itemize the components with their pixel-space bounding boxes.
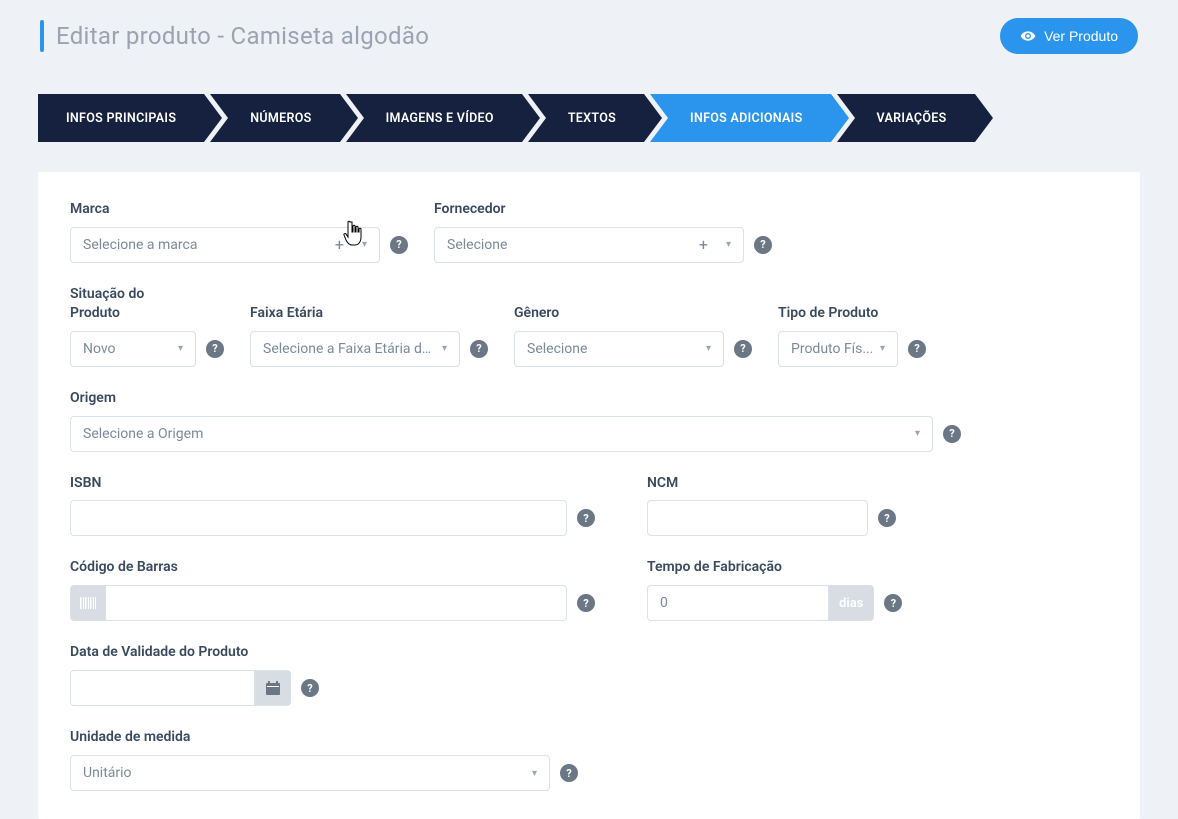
fornecedor-label: Fornecedor [434,200,772,219]
genero-label: Gênero [514,304,752,323]
help-icon[interactable]: ? [390,236,408,254]
chevron-down-icon: ▾ [442,343,447,354]
dias-unit: dias [829,585,874,621]
help-icon[interactable]: ? [943,425,961,443]
genero-placeholder: Selecione [527,341,587,357]
step-infos-adicionais[interactable]: INFOS ADICIONAIS [650,94,830,142]
eye-icon [1020,28,1036,44]
marca-select[interactable]: Selecione a marca + ▾ [70,227,380,263]
chevron-down-icon: ▾ [532,768,537,779]
step-label: NÚMEROS [250,111,311,126]
chevron-down-icon: ▾ [362,239,367,250]
help-icon[interactable]: ? [878,509,896,527]
view-product-button[interactable]: Ver Produto [1000,18,1138,54]
ncm-label: NCM [647,474,896,493]
situacao-label: Situação do Produto [70,285,180,323]
unidade-label: Unidade de medida [70,728,578,747]
step-nav: INFOS PRINCIPAIS NÚMEROS IMAGENS E VÍDEO… [10,64,1168,142]
chevron-down-icon: ▾ [706,343,711,354]
barcode-icon [70,585,106,621]
help-icon[interactable]: ? [577,594,595,612]
help-icon[interactable]: ? [577,509,595,527]
origem-select[interactable]: Selecione a Origem ▾ [70,416,933,452]
ncm-input[interactable] [647,500,868,536]
step-imagens-video[interactable]: IMAGENS E VÍDEO [346,94,522,142]
faixa-label: Faixa Etária [250,304,488,323]
help-icon[interactable]: ? [560,764,578,782]
page-title: Editar produto - Camiseta algodão [56,22,429,50]
unidade-select[interactable]: Unitário ▾ [70,755,550,791]
help-icon[interactable]: ? [734,340,752,358]
situacao-select[interactable]: Novo ▾ [70,331,196,367]
step-label: VARIAÇÕES [877,111,947,126]
help-icon[interactable]: ? [206,340,224,358]
title-accent-bar [40,20,44,52]
validade-input[interactable] [70,670,255,706]
help-icon[interactable]: ? [884,594,902,612]
help-icon[interactable]: ? [908,340,926,358]
plus-icon: + [699,235,708,254]
tipo-value: Produto Fís... [791,341,872,357]
isbn-input[interactable] [70,500,567,536]
help-icon[interactable]: ? [301,679,319,697]
origem-placeholder: Selecione a Origem [83,426,203,442]
unidade-value: Unitário [83,765,132,781]
faixa-select[interactable]: Selecione a Faixa Etária do... ▾ [250,331,460,367]
fornecedor-placeholder: Selecione [447,237,507,253]
plus-icon: + [335,235,344,254]
chevron-down-icon: ▾ [726,239,731,250]
origem-label: Origem [70,389,961,408]
calendar-icon[interactable] [255,670,291,706]
step-textos[interactable]: TEXTOS [528,94,644,142]
codigo-barras-input[interactable] [106,585,567,621]
isbn-label: ISBN [70,474,595,493]
tipo-label: Tipo de Produto [778,304,926,323]
step-variacoes[interactable]: VARIAÇÕES [837,94,975,142]
step-label: TEXTOS [568,111,616,126]
step-label: INFOS PRINCIPAIS [66,111,176,126]
step-infos-principais[interactable]: INFOS PRINCIPAIS [38,94,204,142]
faixa-placeholder: Selecione a Faixa Etária do... [263,341,433,357]
tempo-fab-value: 0 [660,595,668,611]
codigo-barras-label: Código de Barras [70,558,595,577]
help-icon[interactable]: ? [470,340,488,358]
fornecedor-select[interactable]: Selecione + ▾ [434,227,744,263]
genero-select[interactable]: Selecione ▾ [514,331,724,367]
situacao-value: Novo [83,341,116,357]
marca-label: Marca [70,200,408,219]
tempo-fab-input[interactable]: 0 [647,585,829,621]
step-numeros[interactable]: NÚMEROS [210,94,339,142]
tipo-select[interactable]: Produto Fís... ▾ [778,331,898,367]
marca-placeholder: Selecione a marca [83,237,197,253]
validade-label: Data de Validade do Produto [70,643,319,662]
step-label: INFOS ADICIONAIS [690,111,802,126]
step-label: IMAGENS E VÍDEO [386,111,494,126]
chevron-down-icon: ▾ [880,343,885,354]
view-product-label: Ver Produto [1044,28,1118,44]
chevron-down-icon: ▾ [915,428,920,439]
help-icon[interactable]: ? [754,236,772,254]
tempo-fab-label: Tempo de Fabricação [647,558,902,577]
chevron-down-icon: ▾ [178,343,183,354]
